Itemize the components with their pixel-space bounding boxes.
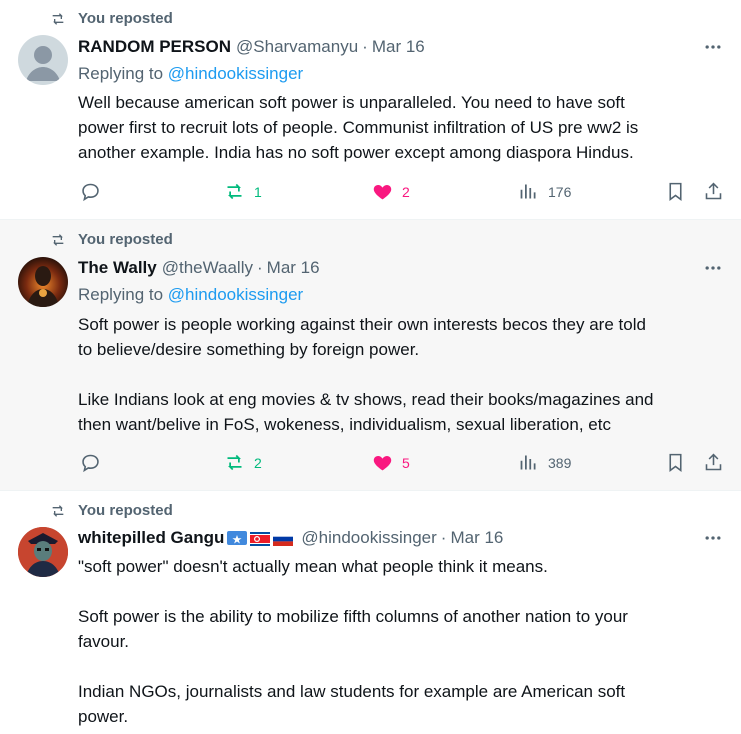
share-button[interactable] <box>703 181 724 202</box>
author-name[interactable]: The Wally <box>78 258 157 278</box>
russia-flag-icon <box>273 531 294 546</box>
author-name[interactable]: whitepilled Gangu <box>78 528 224 548</box>
replying-handle-link[interactable]: @hindookissinger <box>168 285 303 304</box>
post-text: Soft power is people working against the… <box>78 315 654 434</box>
view-count: 389 <box>548 454 572 471</box>
views-icon <box>520 184 536 199</box>
profile-photo <box>27 266 59 307</box>
like-count: 5 <box>402 454 410 471</box>
repost-label: You reposted <box>78 502 173 519</box>
like-icon <box>373 455 392 471</box>
share-icon <box>705 182 722 200</box>
action-bar: 2 5 389 <box>78 452 727 476</box>
repost-button[interactable]: 1 <box>224 181 262 202</box>
repost-icon <box>227 183 242 200</box>
bookmark-icon <box>669 182 682 201</box>
post-text: "soft power" doesn't actually mean what … <box>78 557 628 726</box>
repost-indicator: You reposted <box>50 502 173 519</box>
post-header: whitepilled Gangu @hindookissinger · Mar… <box>78 528 727 548</box>
repost-count: 2 <box>254 454 262 471</box>
default-avatar-icon <box>26 46 60 81</box>
author-handle[interactable]: @hindookissinger <box>301 528 436 548</box>
reply-button[interactable] <box>80 181 101 202</box>
separator: · <box>362 37 368 56</box>
repost-button[interactable]: 2 <box>224 452 262 473</box>
avatar[interactable] <box>18 257 68 307</box>
author-handle[interactable]: @Sharvamanyu <box>236 37 358 57</box>
repost-icon <box>52 12 64 25</box>
more-icon <box>705 266 721 270</box>
replying-to: Replying to @hindookissinger <box>78 64 303 84</box>
views-button[interactable]: 176 <box>518 181 571 202</box>
timeline-feed: You reposted RANDOM PERSON @Sharvamanyu … <box>0 0 741 734</box>
post-card[interactable]: You reposted The Wally @theWaally · Mar … <box>0 220 741 491</box>
replying-prefix: Replying to <box>78 64 164 83</box>
repost-icon <box>227 454 242 471</box>
like-button[interactable]: 2 <box>372 181 410 202</box>
like-count: 2 <box>402 183 410 200</box>
reply-button[interactable] <box>80 452 101 473</box>
post-date[interactable]: Mar 16 <box>450 528 503 548</box>
bookmark-button[interactable] <box>665 181 686 202</box>
post-header: RANDOM PERSON @Sharvamanyu · Mar 16 <box>78 37 727 57</box>
more-icon <box>705 536 721 540</box>
replying-prefix: Replying to <box>78 285 164 304</box>
post-date[interactable]: Mar 16 <box>267 258 320 278</box>
post-header: The Wally @theWaally · Mar 16 <box>78 258 727 278</box>
views-icon <box>520 455 536 470</box>
view-count: 176 <box>548 183 572 200</box>
separator: · <box>257 258 263 277</box>
author-name[interactable]: RANDOM PERSON <box>78 37 231 57</box>
post-date[interactable]: Mar 16 <box>372 37 425 57</box>
more-icon <box>705 45 721 49</box>
avatar[interactable] <box>18 527 68 577</box>
repost-count: 1 <box>254 183 262 200</box>
replying-to: Replying to @hindookissinger <box>78 285 303 305</box>
more-button[interactable] <box>703 37 723 62</box>
reply-icon <box>82 183 99 202</box>
avatar[interactable] <box>18 35 68 85</box>
author-handle[interactable]: @theWaally <box>162 258 253 278</box>
name-emoji-flags <box>227 531 294 546</box>
replying-handle-link[interactable]: @hindookissinger <box>168 64 303 83</box>
separator: · <box>440 528 447 547</box>
share-button[interactable] <box>703 452 724 473</box>
north-korea-flag-icon <box>250 531 271 546</box>
bookmark-button[interactable] <box>665 452 686 473</box>
somalia-flag-icon <box>227 531 248 545</box>
share-icon <box>705 453 722 471</box>
post-text: Well because american soft power is unpa… <box>78 93 639 162</box>
more-button[interactable] <box>703 258 723 283</box>
more-button[interactable] <box>703 528 723 553</box>
repost-label: You reposted <box>78 10 173 27</box>
views-button[interactable]: 389 <box>518 452 571 473</box>
post-card[interactable]: You reposted RANDOM PERSON @Sharvamanyu … <box>0 0 741 220</box>
repost-indicator: You reposted <box>50 231 173 248</box>
like-button[interactable]: 5 <box>372 452 410 473</box>
repost-icon <box>52 504 64 517</box>
reply-icon <box>82 454 99 473</box>
profile-photo <box>18 527 68 577</box>
post-card[interactable]: You reposted whitepilled Gangu @hindooki… <box>0 491 741 734</box>
like-icon <box>373 184 392 200</box>
repost-icon <box>52 233 64 246</box>
repost-indicator: You reposted <box>50 10 173 27</box>
bookmark-icon <box>669 453 682 472</box>
action-bar: 1 2 176 <box>78 181 727 205</box>
repost-label: You reposted <box>78 231 173 248</box>
